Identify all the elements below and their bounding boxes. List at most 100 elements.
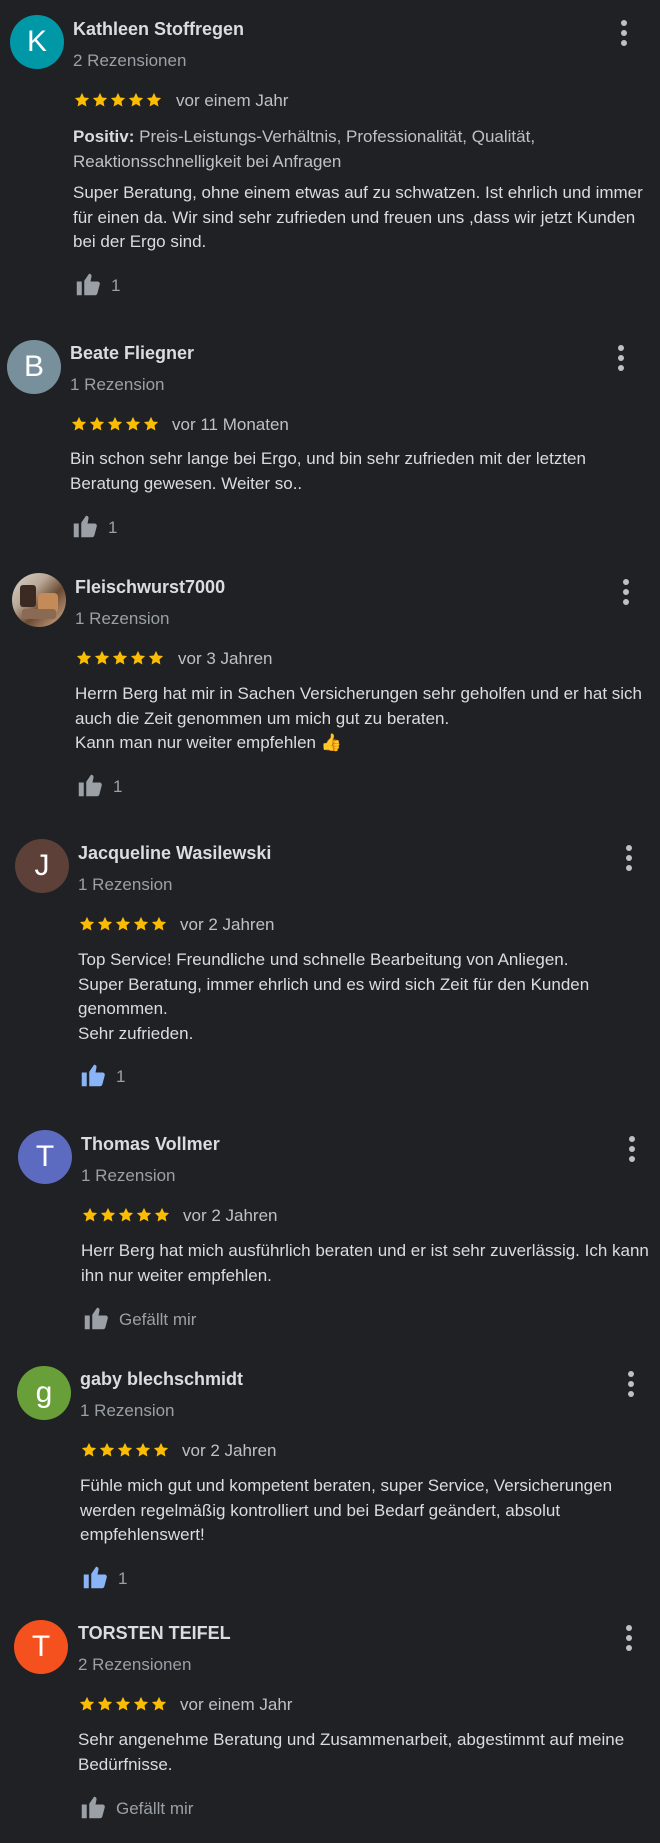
review-card: T Thomas Vollmer 1 Rezension vor 2 Jahre…	[0, 1105, 660, 1340]
reviewer-name[interactable]: Beate Fliegner	[70, 343, 194, 364]
review-count[interactable]: 2 Rezensionen	[73, 51, 186, 71]
avatar[interactable]: g	[17, 1366, 71, 1420]
profile-photo-avatar[interactable]	[12, 573, 66, 627]
star-icon	[96, 1695, 114, 1713]
like-button[interactable]: Gefällt mir	[78, 1792, 193, 1822]
star-icon	[124, 415, 142, 433]
reviewer-name[interactable]: Fleischwurst7000	[75, 577, 225, 598]
like-button[interactable]: 1	[75, 770, 122, 800]
review-count[interactable]: 1 Rezension	[70, 375, 165, 395]
review-text: Herr Berg hat mich ausführlich beraten u…	[81, 1241, 649, 1285]
like-button[interactable]: 1	[78, 1060, 125, 1090]
thumbs-up-icon	[73, 269, 103, 299]
like-button[interactable]: 1	[73, 269, 120, 299]
like-count: 1	[116, 1067, 126, 1086]
review-date: vor einem Jahr	[180, 1695, 293, 1714]
review-date: vor 11 Monaten	[172, 415, 289, 434]
review-count[interactable]: 1 Rezension	[78, 875, 173, 895]
star-icon	[111, 649, 129, 667]
review-count[interactable]: 1 Rezension	[81, 1166, 176, 1186]
star-icon	[152, 1441, 170, 1459]
star-icon	[91, 91, 109, 109]
star-rating	[78, 1695, 168, 1717]
more-options-button[interactable]	[623, 1625, 635, 1651]
avatar[interactable]: J	[15, 839, 69, 893]
star-icon	[142, 415, 160, 433]
star-icon	[70, 415, 88, 433]
star-icon	[80, 1441, 98, 1459]
like-button[interactable]: 1	[80, 1562, 127, 1592]
review-text: Sehr angenehme Beratung und Zusammenarbe…	[78, 1730, 625, 1774]
star-icon	[132, 1695, 150, 1713]
star-icon	[114, 915, 132, 933]
more-options-button[interactable]	[625, 1371, 637, 1397]
review-card: B Beate Fliegner 1 Rezension vor 11 Mona…	[0, 320, 660, 560]
reviewer-name[interactable]: Kathleen Stoffregen	[73, 19, 244, 40]
review-text: Super Beratung, ohne einem etwas auf zu …	[73, 183, 643, 251]
star-icon	[96, 915, 114, 933]
like-button[interactable]: 1	[70, 511, 117, 541]
star-icon	[153, 1206, 171, 1224]
thumbs-up-icon	[78, 1060, 108, 1090]
star-icon	[145, 91, 163, 109]
review-date: vor einem Jahr	[176, 91, 289, 110]
star-icon	[73, 91, 91, 109]
review-card: K Kathleen Stoffregen 2 Rezensionen vor …	[0, 0, 660, 320]
more-options-button[interactable]	[626, 1136, 638, 1162]
review-date: vor 3 Jahren	[178, 649, 273, 668]
positive-label: Positiv:	[73, 127, 135, 146]
more-options-button[interactable]	[618, 20, 630, 46]
star-icon	[78, 1695, 96, 1713]
star-icon	[116, 1441, 134, 1459]
review-date: vor 2 Jahren	[182, 1441, 277, 1460]
star-icon	[78, 915, 96, 933]
thumbs-up-icon	[80, 1562, 110, 1592]
review-date: vor 2 Jahren	[180, 915, 275, 934]
review-count[interactable]: 1 Rezension	[80, 1401, 175, 1421]
avatar[interactable]: B	[7, 340, 61, 394]
star-rating	[73, 91, 163, 113]
thumbs-up-icon	[70, 511, 100, 541]
reviewer-name[interactable]: Jacqueline Wasilewski	[78, 843, 271, 864]
star-icon	[147, 649, 165, 667]
reviewer-name[interactable]: gaby blechschmidt	[80, 1369, 243, 1390]
star-rating	[70, 415, 160, 437]
more-options-button[interactable]	[620, 579, 632, 605]
star-rating	[78, 915, 168, 937]
positive-attributes: Preis-Leistungs-Verhältnis, Professional…	[73, 127, 536, 171]
like-count: 1	[111, 276, 121, 295]
star-rating	[81, 1206, 171, 1228]
like-count: 1	[113, 777, 123, 796]
review-text: Herrn Berg hat mir in Sachen Versicherun…	[75, 684, 642, 752]
star-icon	[150, 915, 168, 933]
more-options-button[interactable]	[615, 345, 627, 371]
thumbs-up-icon	[78, 1792, 108, 1822]
star-icon	[81, 1206, 99, 1224]
review-count[interactable]: 2 Rezensionen	[78, 1655, 191, 1675]
reviewer-name[interactable]: TORSTEN TEIFEL	[78, 1623, 231, 1644]
star-icon	[132, 915, 150, 933]
star-icon	[99, 1206, 117, 1224]
review-text: Fühle mich gut und kompetent beraten, su…	[80, 1476, 613, 1544]
review-date: vor 2 Jahren	[183, 1206, 278, 1225]
avatar[interactable]: K	[10, 15, 64, 69]
star-rating	[80, 1441, 170, 1463]
star-icon	[127, 91, 145, 109]
avatar[interactable]: T	[18, 1130, 72, 1184]
like-label: Gefällt mir	[116, 1799, 194, 1818]
star-icon	[106, 415, 124, 433]
like-button[interactable]: Gefällt mir	[81, 1303, 196, 1333]
reviewer-name[interactable]: Thomas Vollmer	[81, 1134, 220, 1155]
review-card: T TORSTEN TEIFEL 2 Rezensionen vor einem…	[0, 1595, 660, 1843]
avatar[interactable]: T	[14, 1620, 68, 1674]
review-card: J Jacqueline Wasilewski 1 Rezension vor …	[0, 815, 660, 1105]
star-icon	[134, 1441, 152, 1459]
review-card: Fleischwurst7000 1 Rezension vor 3 Jahre…	[0, 560, 660, 815]
like-count: 1	[118, 1569, 128, 1588]
star-icon	[129, 649, 147, 667]
review-card: g gaby blechschmidt 1 Rezension vor 2 Ja…	[0, 1340, 660, 1595]
more-options-button[interactable]	[623, 845, 635, 871]
review-count[interactable]: 1 Rezension	[75, 609, 170, 629]
thumbs-up-icon	[75, 770, 105, 800]
review-attributes: Positiv: Preis-Leistungs-Verhältnis, Pro…	[73, 125, 653, 174]
